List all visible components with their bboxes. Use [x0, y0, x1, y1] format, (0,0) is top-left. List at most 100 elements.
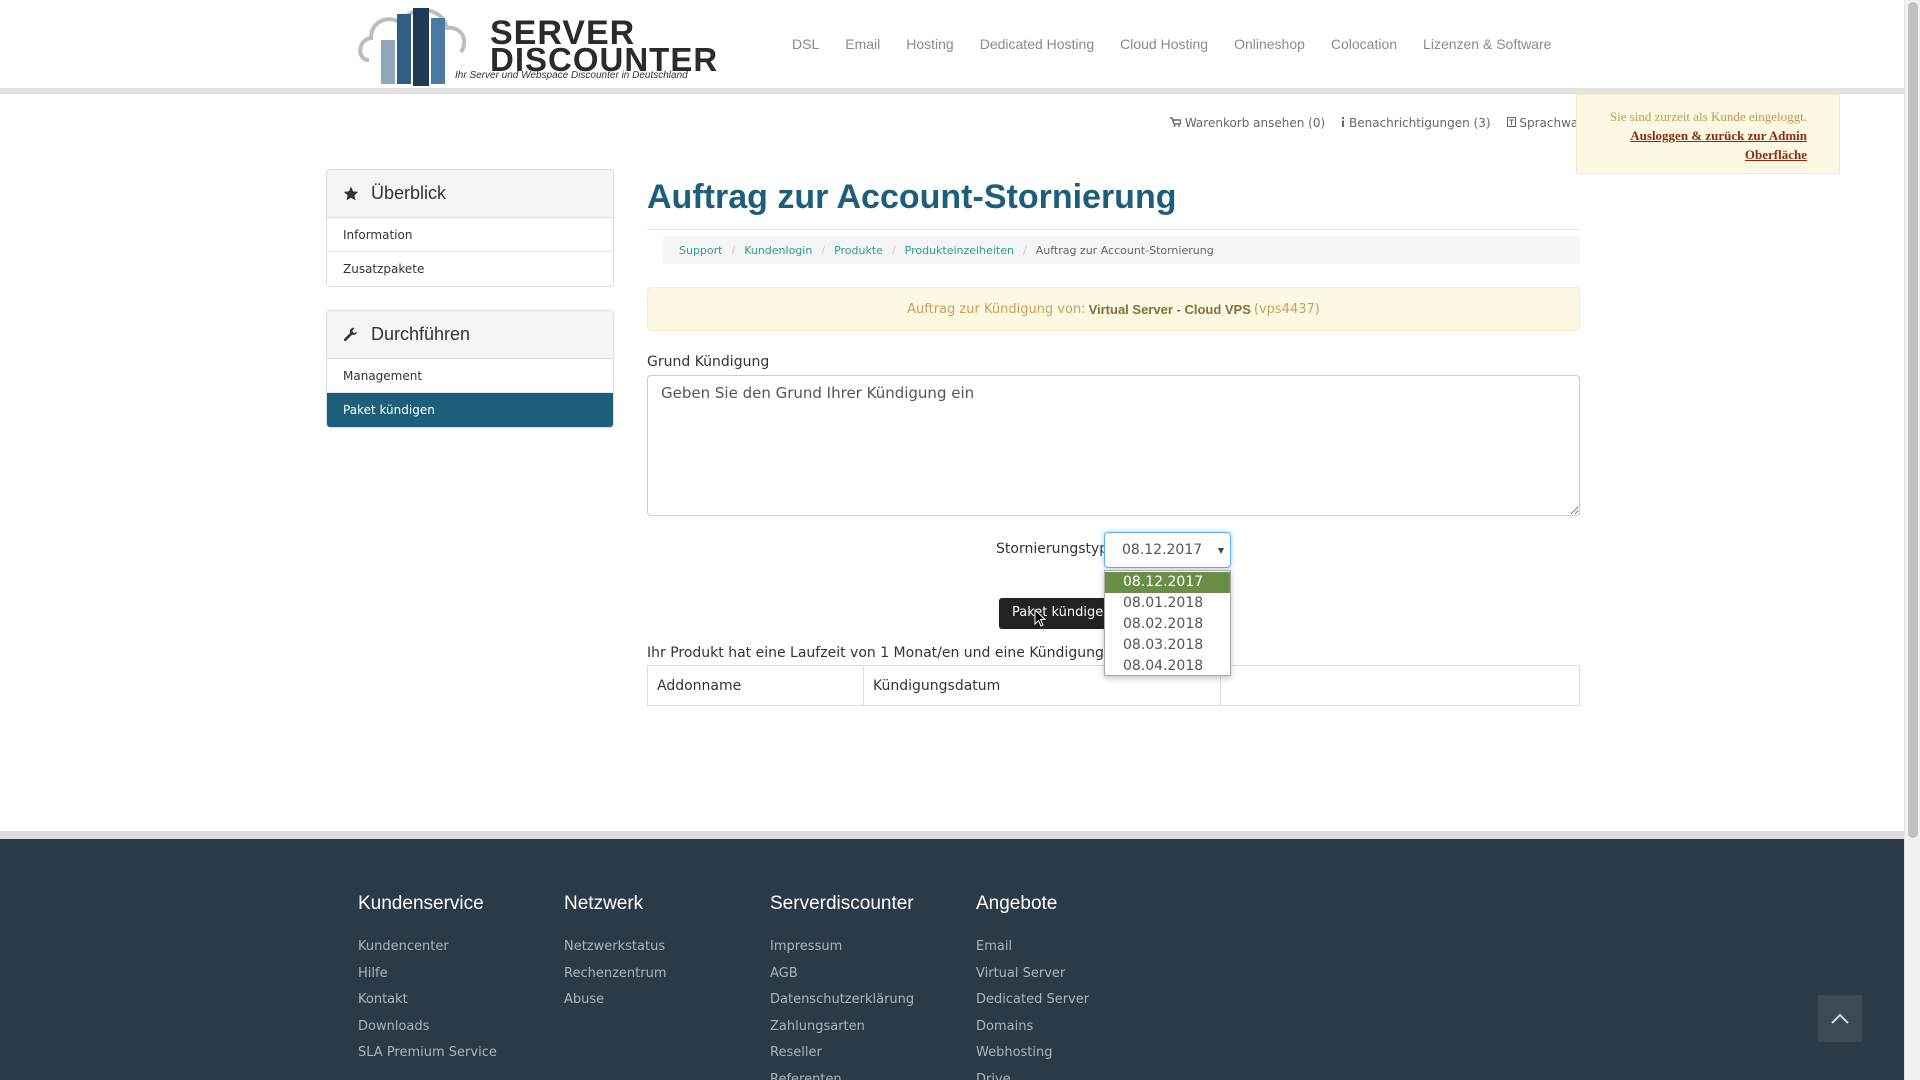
page: SERVER DISCOUNTER Ihr Server und Webspac…: [0, 0, 1904, 1080]
nav-colocation[interactable]: Colocation: [1318, 36, 1410, 52]
scrollbar-thumb[interactable]: [1908, 2, 1918, 838]
breadcrumb-current: Auftrag zur Account-Stornierung: [1035, 243, 1214, 257]
option-08-01-2018[interactable]: 08.01.2018: [1105, 593, 1230, 614]
utility-bar: Warenkorb ansehen (0) Benachrichtigungen…: [1170, 116, 1621, 130]
breadcrumb-separator: /: [1022, 243, 1027, 257]
breadcrumb-separator: /: [731, 243, 736, 257]
sidebar-actions-title: Durchführen: [371, 324, 471, 344]
footer-link-kundencenter[interactable]: Kundencenter: [358, 938, 497, 965]
footer-col-kundenservice: Kundenservice Kundencenter Hilfe Kontakt…: [358, 893, 497, 1071]
chevron-up-icon: [1831, 1013, 1849, 1024]
sidebar-overview-heading: Überblick: [327, 170, 613, 218]
back-to-top-button[interactable]: [1818, 995, 1862, 1042]
term-info-text: Ihr Produkt hat eine Laufzeit von 1 Mona…: [647, 645, 1103, 661]
cancellation-alert: Auftrag zur Kündigung von: Virtual Serve…: [647, 287, 1580, 331]
reason-textarea[interactable]: Geben Sie den Grund Ihrer Kündigung ein: [647, 375, 1580, 516]
site-footer: Kundenservice Kundencenter Hilfe Kontakt…: [0, 831, 1904, 1080]
alert-prefix: Auftrag zur Kündigung von:: [907, 301, 1086, 317]
alert-product-name: Virtual Server - Cloud VPS: [1088, 301, 1251, 317]
footer-link-rechenzentrum[interactable]: Rechenzentrum: [564, 965, 666, 992]
title-divider: [647, 229, 1580, 230]
option-08-12-2017[interactable]: 08.12.2017: [1105, 572, 1230, 593]
alert-product-id: (vps4437): [1253, 301, 1320, 317]
breadcrumb-produkte[interactable]: Produkte: [834, 244, 883, 257]
option-08-02-2018[interactable]: 08.02.2018: [1105, 614, 1230, 635]
cart-link[interactable]: Warenkorb ansehen (0): [1170, 116, 1325, 130]
footer-link-webhosting[interactable]: Webhosting: [976, 1044, 1089, 1071]
language-icon: [1506, 117, 1516, 127]
footer-link-agb[interactable]: AGB: [770, 965, 914, 992]
breadcrumb-kundenlogin[interactable]: Kundenlogin: [744, 244, 812, 257]
nav-lizenzen-software[interactable]: Lizenzen & Software: [1410, 36, 1564, 52]
sidebar-item-information[interactable]: Information: [327, 218, 613, 252]
footer-col-netzwerk: Netzwerk Netzwerkstatus Rechenzentrum Ab…: [564, 893, 666, 1018]
footer-link-zahlungsarten[interactable]: Zahlungsarten: [770, 1018, 914, 1045]
footer-link-downloads[interactable]: Downloads: [358, 1018, 497, 1045]
breadcrumb-support[interactable]: Support: [679, 244, 722, 257]
option-08-03-2018[interactable]: 08.03.2018: [1105, 635, 1230, 656]
sidebar-item-zusatzpakete[interactable]: Zusatzpakete: [327, 252, 613, 286]
nav-dsl[interactable]: DSL: [779, 36, 832, 52]
nav-email[interactable]: Email: [832, 36, 893, 52]
nav-dedicated-hosting[interactable]: Dedicated Hosting: [967, 36, 1107, 52]
mouse-cursor-icon: [1034, 609, 1046, 627]
footer-link-abuse[interactable]: Abuse: [564, 991, 666, 1018]
cancellation-type-value: 08.12.2017: [1122, 542, 1203, 558]
breadcrumb-separator: /: [821, 243, 826, 257]
sidebar-overview-panel: Überblick Information Zusatzpakete: [326, 169, 614, 287]
footer-heading-kundenservice: Kundenservice: [358, 893, 484, 914]
footer-col-angebote: Angebote Email Virtual Server Dedicated …: [976, 893, 1089, 1080]
sidebar-overview-title: Überblick: [371, 183, 447, 203]
breadcrumb: Support / Kundenlogin / Produkte / Produ…: [663, 236, 1580, 264]
info-icon: [1342, 117, 1345, 127]
footer-heading-netzwerk: Netzwerk: [564, 893, 644, 914]
cancellation-type-options: 08.12.2017 08.01.2018 08.02.2018 08.03.2…: [1104, 570, 1231, 676]
footer-link-kontakt[interactable]: Kontakt: [358, 991, 497, 1018]
page-scrollbar[interactable]: [1904, 0, 1920, 1080]
footer-heading-angebote: Angebote: [976, 893, 1058, 914]
reason-label: Grund Kündigung: [647, 354, 770, 370]
option-08-04-2018[interactable]: 08.04.2018: [1105, 656, 1230, 677]
table-header-empty: [1221, 666, 1579, 705]
footer-link-reseller[interactable]: Reseller: [770, 1044, 914, 1071]
footer-link-sla[interactable]: SLA Premium Service: [358, 1044, 497, 1071]
notifications-label: Benachrichtigungen (3): [1349, 116, 1491, 130]
footer-link-domains[interactable]: Domains: [976, 1018, 1089, 1045]
nav-onlineshop[interactable]: Onlineshop: [1221, 36, 1318, 52]
footer-link-virtual-server[interactable]: Virtual Server: [976, 965, 1089, 992]
site-logo[interactable]: SERVER DISCOUNTER Ihr Server und Webspac…: [357, 0, 717, 90]
footer-link-email[interactable]: Email: [976, 938, 1089, 965]
footer-heading-serverdiscounter: Serverdiscounter: [770, 893, 914, 914]
nav-hosting[interactable]: Hosting: [893, 36, 966, 52]
dropdown-arrow-icon: [1218, 548, 1224, 554]
admin-login-notice: Sie sind zurzeit als Kunde eingeloggt. A…: [1576, 94, 1840, 174]
main-nav: DSL Email Hosting Dedicated Hosting Clou…: [779, 36, 1564, 52]
sidebar-actions-heading: Durchführen: [327, 311, 613, 359]
cancellation-type-label: Stornierungstyp: [996, 541, 1109, 557]
cart-icon: [1170, 117, 1182, 127]
cart-label: Warenkorb ansehen (0): [1184, 116, 1326, 130]
admin-notice-text: Sie sind zurzeit als Kunde eingeloggt.: [1609, 109, 1807, 124]
logo-tagline: Ihr Server und Webspace Discounter in De…: [455, 70, 688, 81]
admin-logout-link[interactable]: Ausloggen & zurück zur Admin Oberfläche: [1587, 126, 1807, 164]
footer-link-hilfe[interactable]: Hilfe: [358, 965, 497, 992]
footer-link-datenschutz[interactable]: Datenschutzerklärung: [770, 991, 914, 1018]
footer-link-impressum[interactable]: Impressum: [770, 938, 914, 965]
nav-cloud-hosting[interactable]: Cloud Hosting: [1107, 36, 1221, 52]
sidebar-item-paket-kuendigen[interactable]: Paket kündigen: [327, 393, 613, 427]
breadcrumb-separator: /: [891, 243, 896, 257]
cancellation-type-select[interactable]: 08.12.2017: [1104, 532, 1231, 568]
breadcrumb-produkteinzelheiten[interactable]: Produkteinzelheiten: [905, 244, 1014, 257]
site-header: SERVER DISCOUNTER Ihr Server und Webspac…: [0, 0, 1904, 94]
wrench-icon: [343, 327, 358, 341]
star-icon: [343, 186, 359, 200]
footer-link-netzwerkstatus[interactable]: Netzwerkstatus: [564, 938, 666, 965]
page-title: Auftrag zur Account-Stornierung: [647, 178, 1177, 216]
footer-link-drive[interactable]: Drive: [976, 1071, 1089, 1080]
sidebar-item-management[interactable]: Management: [327, 359, 613, 393]
footer-col-serverdiscounter: Serverdiscounter Impressum AGB Datenschu…: [770, 893, 914, 1080]
notifications-link[interactable]: Benachrichtigungen (3): [1341, 116, 1491, 130]
paket-kuendigen-button[interactable]: Paket kündigen: [999, 598, 1114, 629]
footer-link-dedicated-server[interactable]: Dedicated Server: [976, 991, 1089, 1018]
footer-link-referenten[interactable]: Referenten: [770, 1071, 914, 1080]
